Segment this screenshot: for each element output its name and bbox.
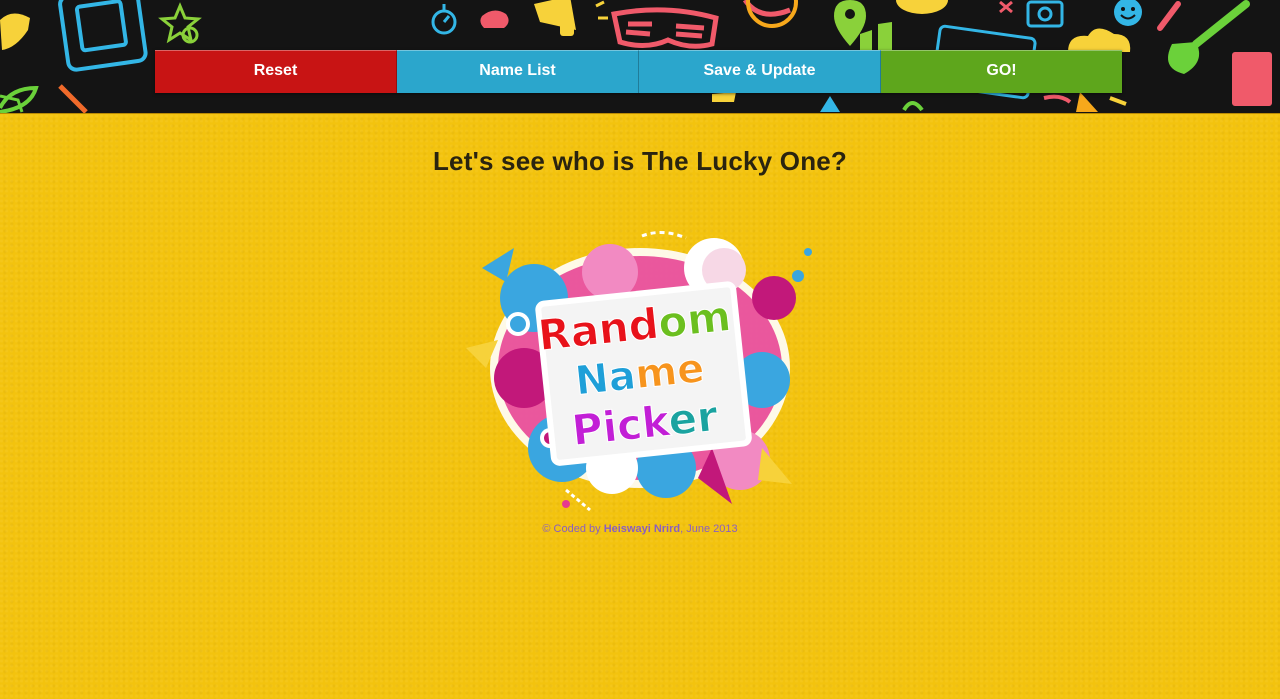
star-icon [158, 2, 202, 44]
save-update-button[interactable]: Save & Update [639, 50, 881, 93]
header-banner: Reset Name List Save & Update GO! [0, 0, 1280, 114]
piggy-bank-icon [480, 10, 509, 28]
name-list-button[interactable]: Name List [397, 50, 639, 93]
book-icon [1232, 52, 1272, 106]
pipette-icon [1157, 1, 1181, 31]
megaphone-icon [534, 0, 576, 36]
go-button[interactable]: GO! [881, 50, 1122, 93]
smiley-face-icon [1114, 0, 1142, 26]
logo-letter: e [675, 345, 707, 394]
stopwatch-icon [431, 4, 457, 35]
footer-credit: © Coded by Heiswayi Nrird, June 2013 [0, 523, 1280, 535]
logo-letter: R [536, 308, 573, 360]
logo-letter: m [633, 348, 679, 398]
mobile-phone-icon [58, 0, 148, 72]
telephone-icon [0, 13, 30, 51]
cloud-icon [1068, 28, 1131, 52]
camera-icon [1026, 0, 1064, 28]
random-name-picker-logo: Random Name Picker [466, 231, 812, 512]
credit-suffix: , June 2013 [680, 523, 738, 535]
page-title: Let's see who is The Lucky One? [432, 146, 848, 176]
shutter-glasses-icon [611, 7, 719, 49]
reset-button[interactable]: Reset [155, 50, 397, 93]
credit-author: Heiswayi Nrird [603, 523, 681, 535]
credit-prefix: © Coded by [542, 523, 604, 535]
pencil-icon [58, 84, 88, 113]
logo-letter: m [685, 291, 734, 344]
main-toolbar: Reset Name List Save & Update GO! [155, 50, 1122, 93]
logo-letter: P [570, 403, 606, 455]
logo-letter: N [573, 355, 611, 404]
